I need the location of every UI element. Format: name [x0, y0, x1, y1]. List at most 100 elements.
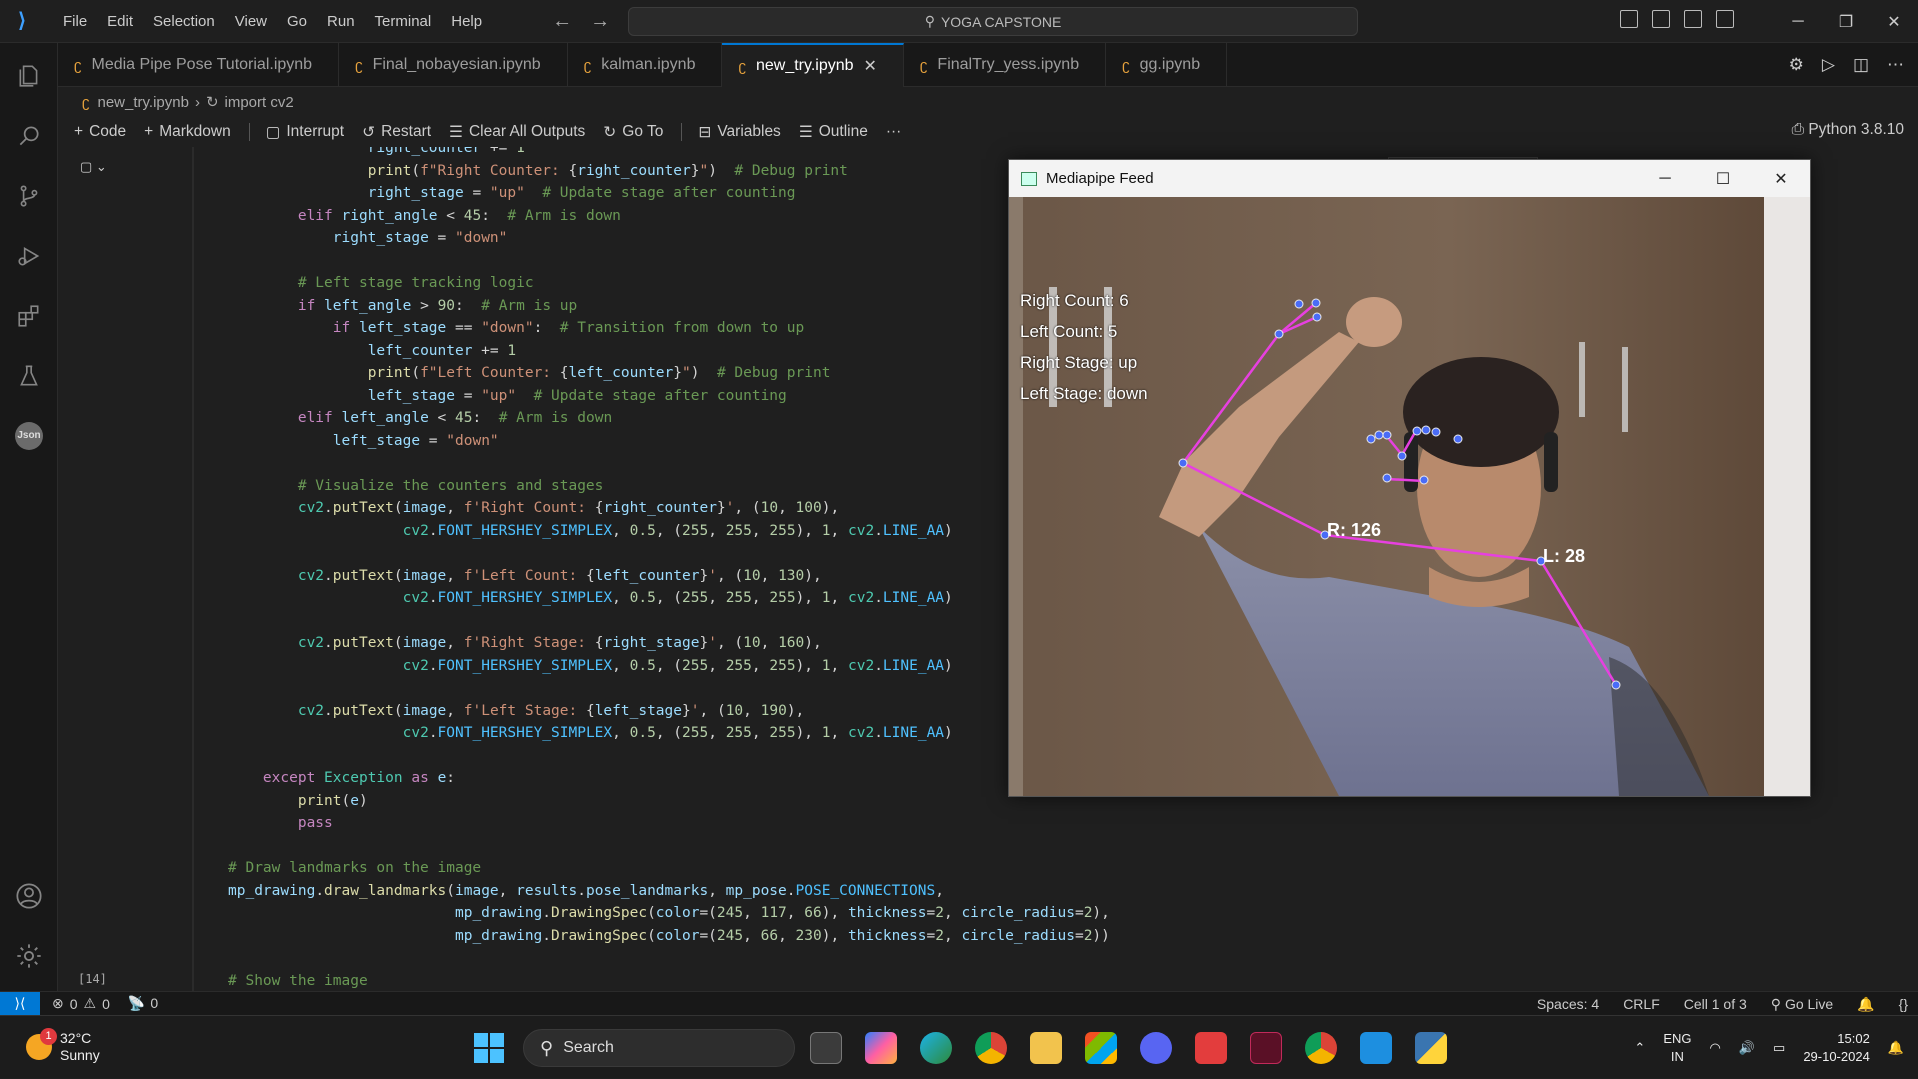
more-actions-icon[interactable]: ⋯: [1887, 55, 1904, 75]
explorer-icon[interactable]: [14, 61, 44, 91]
tab-final-nobayesian[interactable]: ʗ Final_nobayesian.ipynb: [339, 43, 568, 87]
volume-icon[interactable]: 🔊: [1739, 1040, 1755, 1056]
run-all-icon[interactable]: ▷: [1822, 55, 1835, 75]
input-language[interactable]: ENG IN: [1663, 1030, 1691, 1066]
error-icon: ⊗: [52, 995, 64, 1011]
menu-terminal[interactable]: Terminal: [365, 0, 442, 43]
extensions-icon[interactable]: [14, 301, 44, 331]
menu-go[interactable]: Go: [277, 0, 317, 43]
json-extension-icon[interactable]: Json: [14, 421, 44, 451]
cell-position-status[interactable]: Cell 1 of 3: [1684, 996, 1747, 1012]
wps-office-icon[interactable]: [1195, 1032, 1227, 1064]
menu-file[interactable]: File: [53, 0, 97, 43]
python-taskbar-icon[interactable]: [1415, 1032, 1447, 1064]
variables-icon: ⊟: [698, 123, 712, 141]
weather-widget[interactable]: 1 32°C Sunny: [26, 1028, 100, 1064]
toolbar-more-button[interactable]: ···: [886, 123, 902, 141]
source-control-icon[interactable]: [14, 181, 44, 211]
breadcrumb: ʗ new_try.ipynb › ↻ import cv2: [58, 88, 294, 116]
minimize-icon[interactable]: ─: [1774, 13, 1822, 31]
edge-browser-icon[interactable]: [920, 1032, 952, 1064]
remote-indicator-icon[interactable]: ⟩⟨: [0, 991, 40, 1016]
activity-bar: Json: [0, 43, 58, 991]
taskbar-search[interactable]: ⚲ Search: [523, 1029, 795, 1067]
accounts-icon[interactable]: [14, 881, 44, 911]
ports-indicator[interactable]: 📡 0: [128, 995, 158, 1012]
close-icon[interactable]: ✕: [1870, 12, 1918, 32]
add-code-cell-button[interactable]: + Code: [74, 123, 126, 141]
close-icon[interactable]: ✕: [1752, 169, 1810, 189]
tab-new-try[interactable]: ʗ new_try.ipynb ✕: [722, 43, 904, 87]
wifi-icon[interactable]: ◠: [1709, 1040, 1720, 1056]
breadcrumb-file[interactable]: new_try.ipynb: [98, 94, 189, 111]
customize-layout-icon[interactable]: [1716, 10, 1734, 28]
breadcrumb-symbol[interactable]: import cv2: [225, 94, 294, 111]
mediapipe-feed-window[interactable]: Mediapipe Feed ─ ☐ ✕ Right Count: 6 Left…: [1008, 159, 1811, 797]
webcam-feed: Right Count: 6 Left Count: 5 Right Stage…: [1009, 197, 1810, 796]
tab-finaltry-yess[interactable]: ʗ FinalTry_yess.ipynb: [904, 43, 1107, 87]
minimize-icon[interactable]: ─: [1636, 170, 1694, 188]
add-markdown-cell-button[interactable]: + Markdown: [144, 123, 231, 141]
jupyter-icon: ʗ: [738, 57, 746, 75]
indentation-status[interactable]: Spaces: 4: [1537, 996, 1599, 1012]
jupyter-icon: ʗ: [355, 56, 363, 74]
right-count-label: Right Count: 6: [1020, 291, 1129, 310]
copilot-icon[interactable]: [865, 1032, 897, 1064]
split-editor-icon[interactable]: ◫: [1853, 55, 1869, 75]
file-explorer-icon[interactable]: [1030, 1032, 1062, 1064]
menu-help[interactable]: Help: [441, 0, 492, 43]
window-titlebar[interactable]: Mediapipe Feed ─ ☐ ✕: [1009, 160, 1810, 197]
menu-view[interactable]: View: [225, 0, 277, 43]
chevron-up-icon[interactable]: ⌃: [1634, 1040, 1645, 1056]
outline-button[interactable]: ☰ Outline: [799, 123, 868, 142]
problems-indicator[interactable]: ⊗ 0 ⚠ 0: [52, 995, 110, 1012]
discord-icon[interactable]: [1140, 1032, 1172, 1064]
maximize-icon[interactable]: ☐: [1694, 169, 1752, 189]
run-debug-icon[interactable]: [14, 241, 44, 271]
notebook-settings-gear-icon[interactable]: ⚙: [1789, 55, 1804, 75]
time: 15:02: [1837, 1030, 1870, 1046]
menu-run[interactable]: Run: [317, 0, 365, 43]
start-button-icon[interactable]: [474, 1033, 504, 1063]
restore-icon[interactable]: ❐: [1822, 12, 1870, 32]
tab-gg[interactable]: ʗ gg.ipynb: [1106, 43, 1228, 87]
menu-edit[interactable]: Edit: [97, 0, 143, 43]
tab-kalman[interactable]: ʗ kalman.ipynb: [568, 43, 723, 87]
variables-button[interactable]: ⊟ Variables: [698, 123, 780, 142]
command-center-search[interactable]: ⚲ YOGA CAPSTONE: [628, 7, 1358, 36]
toggle-secondary-sidebar-icon[interactable]: [1684, 10, 1702, 28]
battery-icon[interactable]: ▭: [1773, 1040, 1785, 1056]
restart-button[interactable]: ↺ Restart: [362, 123, 431, 142]
toggle-sidebar-icon[interactable]: [1620, 10, 1638, 28]
cell-collapse-toggle[interactable]: ▢ ⌄: [80, 159, 107, 175]
chrome-profile-icon[interactable]: [1305, 1032, 1337, 1064]
toggle-panel-icon[interactable]: [1652, 10, 1670, 28]
menu-selection[interactable]: Selection: [143, 0, 225, 43]
forward-arrow-icon[interactable]: →: [590, 10, 610, 33]
system-tray: ⌃ ENG IN ◠ 🔊 ▭ 15:02 29-10-2024 🔔: [1634, 1016, 1918, 1079]
settings-gear-icon[interactable]: [14, 941, 44, 971]
clear-all-outputs-button[interactable]: ☰ Clear All Outputs: [449, 123, 585, 142]
eol-status[interactable]: CRLF: [1623, 996, 1660, 1012]
notification-center-icon[interactable]: 🔔: [1888, 1040, 1904, 1056]
vscode-taskbar-icon[interactable]: [1360, 1032, 1392, 1064]
interrupt-button[interactable]: ▢ Interrupt: [266, 123, 344, 142]
notifications-bell-icon[interactable]: 🔔: [1857, 996, 1874, 1013]
kernel-picker[interactable]: ⎙ Python 3.8.10: [1792, 121, 1904, 139]
search-icon[interactable]: [14, 121, 44, 151]
close-tab-icon[interactable]: ✕: [864, 56, 877, 76]
restart-icon: ↺: [362, 123, 376, 141]
task-view-icon[interactable]: [810, 1032, 842, 1064]
tab-media-pipe-pose-tutorial[interactable]: ʗ Media Pipe Pose Tutorial.ipynb: [58, 43, 340, 87]
copilot-braces-icon[interactable]: {}: [1899, 996, 1908, 1012]
app-icon[interactable]: [1250, 1032, 1282, 1064]
back-arrow-icon[interactable]: ←: [552, 10, 572, 33]
microsoft-store-icon[interactable]: [1085, 1032, 1117, 1064]
chrome-icon[interactable]: [975, 1032, 1007, 1064]
go-live-button[interactable]: ⚲ Go Live: [1771, 996, 1833, 1013]
go-to-button[interactable]: ↻ Go To: [603, 123, 663, 142]
testing-icon[interactable]: [14, 361, 44, 391]
code-cell-source[interactable]: right_counter += 1 print(f"Right Counter…: [228, 147, 1110, 991]
clock[interactable]: 15:02 29-10-2024: [1803, 1030, 1870, 1066]
editor-tabs: ʗ Media Pipe Pose Tutorial.ipynb ʗ Final_n…: [58, 43, 1918, 87]
